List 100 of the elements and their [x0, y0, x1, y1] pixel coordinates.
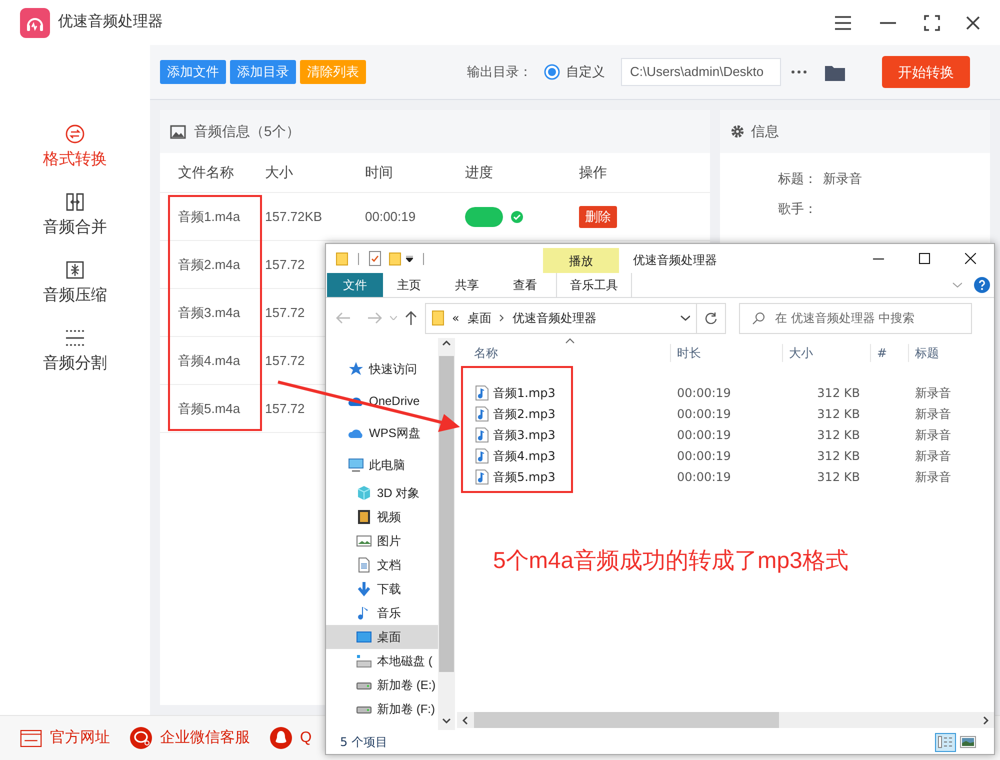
nav-item[interactable]: 新加卷 (E:): [326, 673, 438, 697]
expand-icon[interactable]: [952, 282, 962, 288]
nav-item[interactable]: 音乐: [326, 601, 438, 625]
app-logo-icon: [20, 8, 50, 38]
file-name[interactable]: 音频4.mp3: [493, 446, 556, 464]
chevron-icon[interactable]: [680, 315, 690, 321]
table-cell-text: 312 KB: [817, 468, 860, 486]
column-header: 大小: [265, 163, 294, 182]
nav-item[interactable]: 新加卷 (F:): [326, 697, 438, 721]
nav-item[interactable]: 桌面: [326, 625, 438, 649]
breadcrumb-item[interactable]: 优速音频处理器: [512, 309, 596, 327]
nav-item[interactable]: 3D 对象: [326, 481, 438, 505]
table-cell-text: 312 KB: [817, 384, 860, 402]
music-file-icon: [475, 426, 489, 442]
minimize-icon[interactable]: [880, 22, 896, 24]
large-icons-view-icon[interactable]: [960, 736, 976, 748]
context-tab[interactable]: 播放: [543, 248, 619, 273]
delete-button[interactable]: 删除: [579, 206, 617, 228]
table-cell: 00:00:19: [677, 428, 731, 442]
column-header: 进度: [465, 163, 494, 182]
file-name[interactable]: 音频2.mp3: [493, 404, 556, 422]
nav-item[interactable]: 视频: [326, 505, 438, 529]
scroll-thumb[interactable]: [439, 356, 454, 672]
refresh-button[interactable]: [696, 302, 726, 334]
up-icon[interactable]: [405, 311, 417, 325]
fullscreen-icon[interactable]: [924, 14, 940, 30]
scroll-down-icon[interactable]: [442, 718, 451, 724]
breadcrumb-overflow[interactable]: «: [452, 309, 460, 327]
menu-icon[interactable]: [834, 16, 852, 30]
table-cell: 新录音: [915, 470, 951, 484]
radio-option[interactable]: 自定义: [544, 62, 605, 82]
compress-icon: [65, 260, 85, 280]
music-file-icon: [475, 448, 489, 464]
ribbon-tab[interactable]: 查看: [499, 273, 551, 297]
nav-item[interactable]: 本地磁盘 (: [326, 649, 438, 673]
column-header[interactable]: 大小: [782, 344, 870, 362]
search-field[interactable]: 在 优速音频处理器 中搜索: [739, 302, 972, 334]
minimize-icon[interactable]: [873, 258, 884, 260]
table-cell: 00:00:19: [677, 406, 731, 420]
maximize-icon[interactable]: [919, 253, 930, 264]
close-icon[interactable]: [966, 16, 980, 30]
nav-item[interactable]: WPS网盘: [326, 417, 438, 449]
footer-link[interactable]: 企业微信客服: [130, 726, 250, 750]
footer-link[interactable]: 官方网址: [20, 726, 110, 750]
path-field[interactable]: C:\Users\admin\Deskto: [621, 58, 781, 86]
breadcrumb-item[interactable]: 桌面: [467, 309, 492, 327]
close-icon[interactable]: [965, 253, 976, 264]
window-title: 优速音频处理器: [633, 252, 717, 269]
scroll-thumb[interactable]: [474, 712, 779, 728]
annotation-text: 5个m4a音频成功的转成了mp3格式: [493, 546, 848, 575]
refresh-icon: [705, 312, 717, 324]
table-cell: 新录音: [915, 448, 951, 462]
help-icon[interactable]: [974, 277, 990, 293]
column-header[interactable]: 名称: [457, 344, 670, 362]
ribbon-tab[interactable]: 文件: [327, 273, 383, 297]
table-cell: 157.72: [265, 400, 305, 416]
details-view-button[interactable]: [935, 732, 956, 752]
ribbon-tab[interactable]: 音乐工具: [556, 273, 632, 297]
nav-item[interactable]: 此电脑: [326, 449, 438, 481]
file-name[interactable]: 音频3.mp3: [493, 426, 556, 444]
horizontal-scrollbar[interactable]: [457, 712, 994, 728]
scroll-left-icon[interactable]: [462, 716, 468, 724]
nav-item-icon: [356, 485, 372, 501]
nav-item-icon: [348, 457, 364, 473]
table-cell-text: 312 KB: [817, 406, 860, 422]
dropdown-icon[interactable]: [406, 256, 413, 262]
table-cell-text: 312 KB: [817, 426, 860, 444]
nav-item-icon: [356, 509, 372, 525]
table-cell-text: 312 KB: [817, 448, 860, 464]
file-name[interactable]: 音频1.mp3: [493, 384, 556, 402]
folder-icon[interactable]: [825, 64, 845, 80]
footer-link[interactable]: Q: [270, 726, 312, 750]
column-header[interactable]: 时长: [670, 344, 782, 362]
start-button[interactable]: 开始转换: [882, 56, 970, 88]
convert-icon: [65, 124, 85, 144]
nav-item[interactable]: 文档: [326, 553, 438, 577]
column-header: 时间: [365, 163, 394, 182]
more-icon[interactable]: [791, 70, 807, 74]
column-header[interactable]: 标题: [908, 344, 994, 362]
sidebar-item[interactable]: 音频压缩: [0, 250, 150, 318]
nav-item[interactable]: 快速访问: [326, 353, 438, 385]
sidebar-item[interactable]: 音频合并: [0, 182, 150, 250]
table-cell: 新录音: [915, 428, 951, 442]
properties-icon[interactable]: [369, 251, 381, 266]
scroll-right-icon[interactable]: [983, 716, 989, 724]
file-name[interactable]: 音频5.mp3: [493, 468, 556, 486]
split-icon: [65, 328, 85, 348]
sidebar-item[interactable]: 格式转换: [0, 114, 150, 182]
ribbon-tab[interactable]: 主页: [383, 273, 435, 297]
radio-icon: [544, 64, 560, 80]
scroll-up-icon[interactable]: [442, 340, 451, 346]
ribbon-tab[interactable]: 共享: [435, 273, 499, 297]
nav-item[interactable]: OneDrive: [326, 385, 438, 417]
table-cell: 音频1.m4a: [178, 208, 240, 224]
column-header[interactable]: #: [870, 344, 908, 362]
nav-item[interactable]: 图片: [326, 529, 438, 553]
address-bar[interactable]: « 桌面 优速音频处理器: [425, 302, 697, 334]
scrollbar[interactable]: [438, 338, 455, 730]
sidebar-item[interactable]: 音频分割: [0, 318, 150, 386]
nav-item[interactable]: 下载: [326, 577, 438, 601]
